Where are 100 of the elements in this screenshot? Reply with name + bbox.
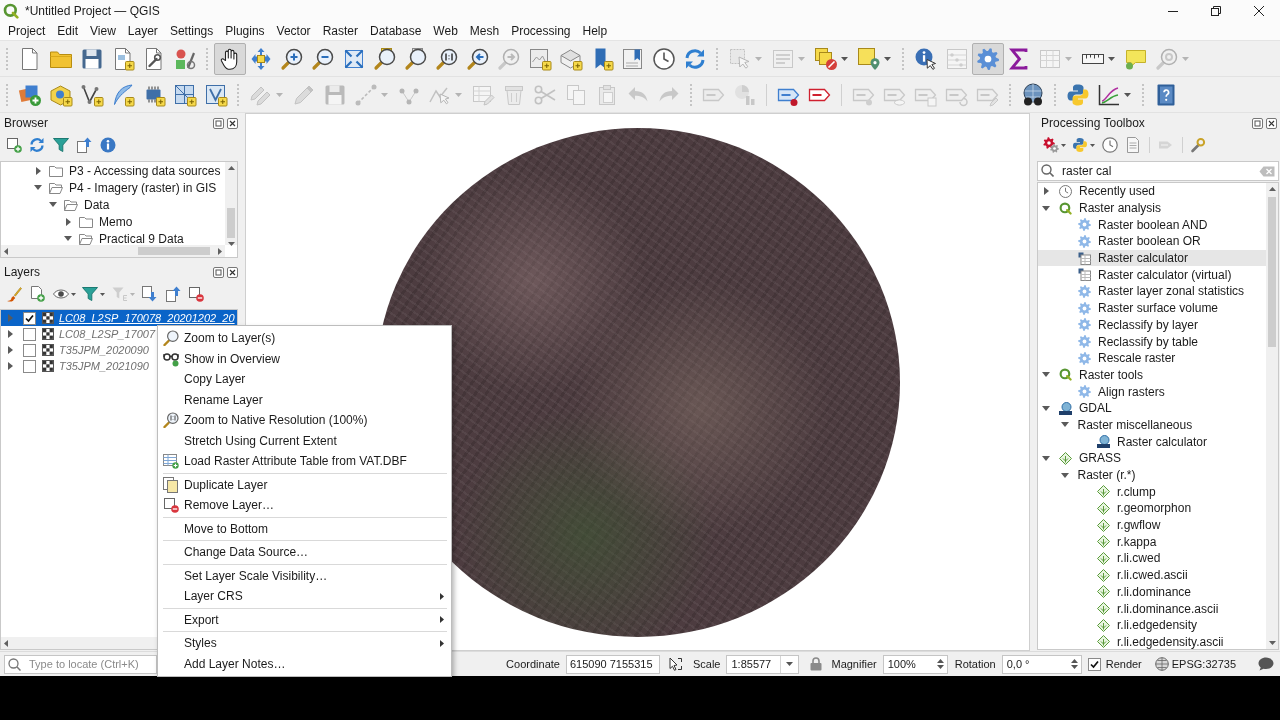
page-lines-icon[interactable] (1125, 137, 1142, 153)
caret-down-icon[interactable] (1042, 455, 1050, 461)
float-icon[interactable] (1252, 117, 1263, 129)
page-up-arrow-icon[interactable] (164, 286, 181, 302)
lock-icon[interactable] (810, 657, 823, 671)
menu-item[interactable]: Layer (121, 22, 164, 40)
scale-combo[interactable]: 1:85577 (726, 654, 800, 674)
zoom-selection-icon[interactable] (372, 46, 397, 71)
wrench-icon[interactable] (1190, 137, 1207, 153)
gear-icon[interactable] (971, 42, 1004, 75)
toolbox-item[interactable]: Raster calculator (1038, 433, 1266, 450)
vertical-scrollbar[interactable] (225, 162, 237, 245)
visibility-checkbox[interactable] (23, 343, 36, 357)
context-menu-item[interactable]: Export (158, 609, 451, 630)
toolbox-item[interactable]: Rescale raster (1038, 349, 1266, 367)
scroll-left-icon[interactable] (4, 247, 8, 255)
toolbox-item[interactable]: r.gwflow (1038, 516, 1266, 534)
python-icon[interactable] (1072, 137, 1089, 153)
v-square-icon[interactable] (203, 82, 228, 107)
toolbox-item[interactable]: Recently used (1038, 183, 1266, 200)
context-menu-item[interactable]: Zoom to Layer(s) (158, 328, 451, 349)
toolbox-item[interactable]: r.li.cwed.ascii (1038, 566, 1266, 584)
toolbox-item[interactable]: GDAL (1038, 399, 1266, 417)
vertical-scrollbar[interactable] (1266, 183, 1278, 649)
browser-item[interactable]: P4 - Imagery (raster) in GIS (1, 179, 225, 196)
speech-bubble-icon[interactable] (1258, 657, 1274, 671)
dropdown-caret-icon[interactable] (1108, 56, 1115, 61)
context-menu-item[interactable]: Styles (158, 633, 451, 654)
toolbox-item[interactable]: r.li.edgedensity.ascii (1038, 633, 1266, 649)
square-pin-icon[interactable] (856, 46, 881, 71)
menu-item[interactable]: View (84, 22, 122, 40)
toolbox-item[interactable]: Align rasters (1038, 383, 1266, 400)
caret-down-icon[interactable] (1061, 472, 1069, 478)
scroll-down-icon[interactable] (1268, 641, 1276, 645)
toolbox-item[interactable]: GRASS (1038, 450, 1266, 467)
visibility-checkbox[interactable] (23, 327, 36, 341)
dropdown-caret-icon[interactable] (841, 56, 848, 61)
menu-item[interactable]: Mesh (463, 22, 506, 40)
spin-arrows-icon[interactable] (1070, 658, 1078, 670)
scroll-up-icon[interactable] (1268, 187, 1276, 191)
toolbox-item[interactable]: Raster miscellaneous (1038, 416, 1266, 434)
context-menu-item[interactable]: Move to Bottom (158, 518, 451, 539)
menu-item[interactable]: Vector (270, 22, 317, 40)
dropdown-caret-icon[interactable] (786, 662, 794, 666)
menu-item[interactable]: Project (2, 22, 52, 40)
toolbox-item[interactable]: r.clump (1038, 483, 1266, 501)
menu-item[interactable]: Processing (505, 22, 577, 40)
visibility-checkbox[interactable] (23, 359, 36, 373)
dropdown-caret-icon[interactable] (100, 292, 105, 296)
restore-icon[interactable] (1210, 6, 1221, 16)
coordinate-field[interactable]: 615090 7155315 (565, 654, 660, 674)
dropdown-caret-icon[interactable] (1124, 92, 1131, 97)
menu-item[interactable]: Help (576, 22, 614, 40)
caret-right-icon[interactable] (7, 330, 13, 338)
caret-right-icon[interactable] (1043, 187, 1049, 196)
menu-item[interactable]: Edit (51, 22, 85, 40)
context-menu-item[interactable]: Remove Layer… (158, 495, 451, 516)
dropdown-caret-icon[interactable] (70, 292, 76, 296)
minimize-icon[interactable] (1167, 10, 1178, 12)
caret-right-icon[interactable] (35, 166, 41, 175)
plot-icon[interactable] (1096, 82, 1121, 107)
visibility-checkbox[interactable] (23, 311, 36, 325)
caret-down-icon[interactable] (34, 185, 42, 190)
scroll-up-icon[interactable] (227, 166, 235, 170)
deselect-squares-icon[interactable] (813, 46, 838, 71)
toolbox-item[interactable]: r.geomorphon (1038, 500, 1266, 517)
square-minus-icon[interactable] (188, 286, 205, 302)
caret-down-icon[interactable] (64, 236, 72, 241)
caret-down-icon[interactable] (1061, 422, 1069, 428)
context-menu-item[interactable]: Load Raster Attribute Table from VAT.DBF (158, 451, 451, 472)
eye-icon[interactable] (52, 286, 69, 302)
zoom-out-icon[interactable] (310, 46, 335, 71)
dropdown-caret-icon[interactable] (1060, 143, 1066, 147)
toolbox-item[interactable]: Raster boolean OR (1038, 233, 1266, 250)
info-icon[interactable] (99, 137, 116, 153)
context-menu-item[interactable]: Zoom to Native Resolution (100%) (158, 410, 451, 431)
crs-button[interactable]: EPSG:32735 (1154, 657, 1236, 671)
refresh-icon[interactable] (29, 137, 46, 153)
toolbox-item[interactable]: r.li.dominance (1038, 583, 1266, 601)
toolbox-item[interactable]: r.kappa (1038, 533, 1266, 551)
zoom-layer-icon[interactable] (403, 46, 428, 71)
filter-icon[interactable] (82, 286, 99, 302)
scroll-down-icon[interactable] (227, 242, 235, 246)
scroll-left-icon[interactable] (4, 639, 8, 647)
hand-icon[interactable] (213, 42, 246, 75)
search-field[interactable]: raster cal (1037, 161, 1279, 181)
context-menu-item[interactable]: Add Layer Notes… (158, 653, 451, 674)
close-icon[interactable] (227, 117, 238, 129)
context-menu-item[interactable]: Show in Overview (158, 348, 451, 369)
menu-item[interactable]: Database (363, 22, 428, 40)
menu-item[interactable]: Raster (316, 22, 364, 40)
browser-item[interactable]: Memo (1, 213, 225, 230)
scroll-right-icon[interactable] (218, 247, 222, 255)
zoom-in-icon[interactable] (279, 46, 304, 71)
close-icon[interactable] (1253, 6, 1264, 16)
menu-item[interactable]: Settings (163, 22, 220, 40)
legend-entry[interactable]: LC08_L2SP_170078_20201202_20 (1, 310, 237, 326)
toolbox-item[interactable]: Raster (r.*) (1038, 466, 1266, 484)
caret-right-icon[interactable] (7, 346, 13, 354)
page-down-arrow-icon[interactable] (141, 286, 158, 302)
